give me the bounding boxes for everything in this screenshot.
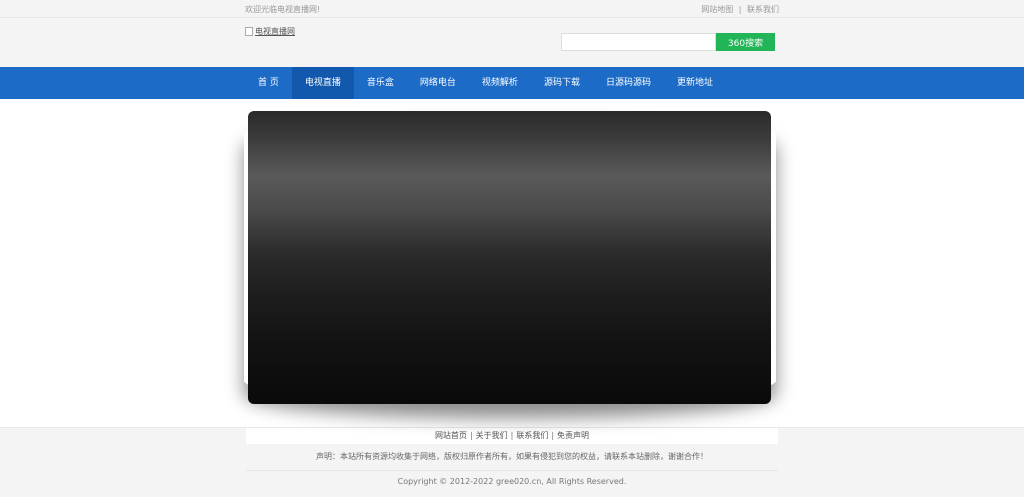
- footer: 网站首页 | 关于我们 | 联系我们 | 免责声明 声明：本站所有资源均收集于网络，版权归原…: [0, 427, 1024, 497]
- nav-item-web-radio[interactable]: 网络电台: [407, 67, 469, 99]
- search-input[interactable]: [561, 33, 716, 51]
- nav-item-music-box[interactable]: 音乐盒: [354, 67, 407, 99]
- top-bar: 欢迎光临电视直播网! 网站地图 | 联系我们: [0, 0, 1024, 18]
- nav-item-source-download[interactable]: 源码下载: [531, 67, 593, 99]
- main-content: [0, 99, 1024, 427]
- footer-link-contact[interactable]: 联系我们: [516, 431, 548, 440]
- logo-alt-text: 电视直播网: [255, 27, 295, 36]
- top-links-separator: |: [738, 5, 742, 14]
- footer-separator: |: [551, 431, 555, 440]
- broken-image-icon: [245, 27, 253, 36]
- nav-item-daily-source[interactable]: 日源码源码: [593, 67, 664, 99]
- footer-link-disclaimer[interactable]: 免责声明: [557, 431, 589, 440]
- sitemap-link[interactable]: 网站地图: [701, 5, 733, 14]
- video-player[interactable]: [248, 111, 771, 404]
- footer-separator: |: [510, 431, 514, 440]
- top-links: 网站地图 | 联系我们: [701, 4, 779, 15]
- footer-links: 网站首页 | 关于我们 | 联系我们 | 免责声明: [246, 428, 778, 444]
- footer-link-about[interactable]: 关于我们: [476, 431, 508, 440]
- search-form: 360搜索: [561, 33, 775, 51]
- nav-item-home[interactable]: 首 页: [245, 67, 292, 99]
- footer-separator: |: [469, 431, 473, 440]
- nav-item-video-parse[interactable]: 视频解析: [469, 67, 531, 99]
- footer-link-home[interactable]: 网站首页: [435, 431, 467, 440]
- site-logo[interactable]: 电视直播网: [245, 26, 295, 37]
- header: 电视直播网 360搜索: [0, 18, 1024, 67]
- search-button[interactable]: 360搜索: [716, 33, 775, 51]
- nav-item-tv-live[interactable]: 电视直播: [291, 67, 354, 99]
- contact-link[interactable]: 联系我们: [747, 5, 779, 14]
- main-nav: 首 页 电视直播 音乐盒 网络电台 视频解析 源码下载 日源码源码 更新地址: [0, 67, 1024, 99]
- copyright-text: Copyright © 2012-2022 gree020.cn, All Ri…: [397, 477, 627, 486]
- disclaimer-text: 声明：本站所有资源均收集于网络，版权归原作者所有，如果有侵犯到您的权益，请联系本…: [246, 444, 778, 471]
- welcome-text: 欢迎光临电视直播网!: [245, 5, 321, 14]
- nav-item-update-address[interactable]: 更新地址: [664, 67, 726, 99]
